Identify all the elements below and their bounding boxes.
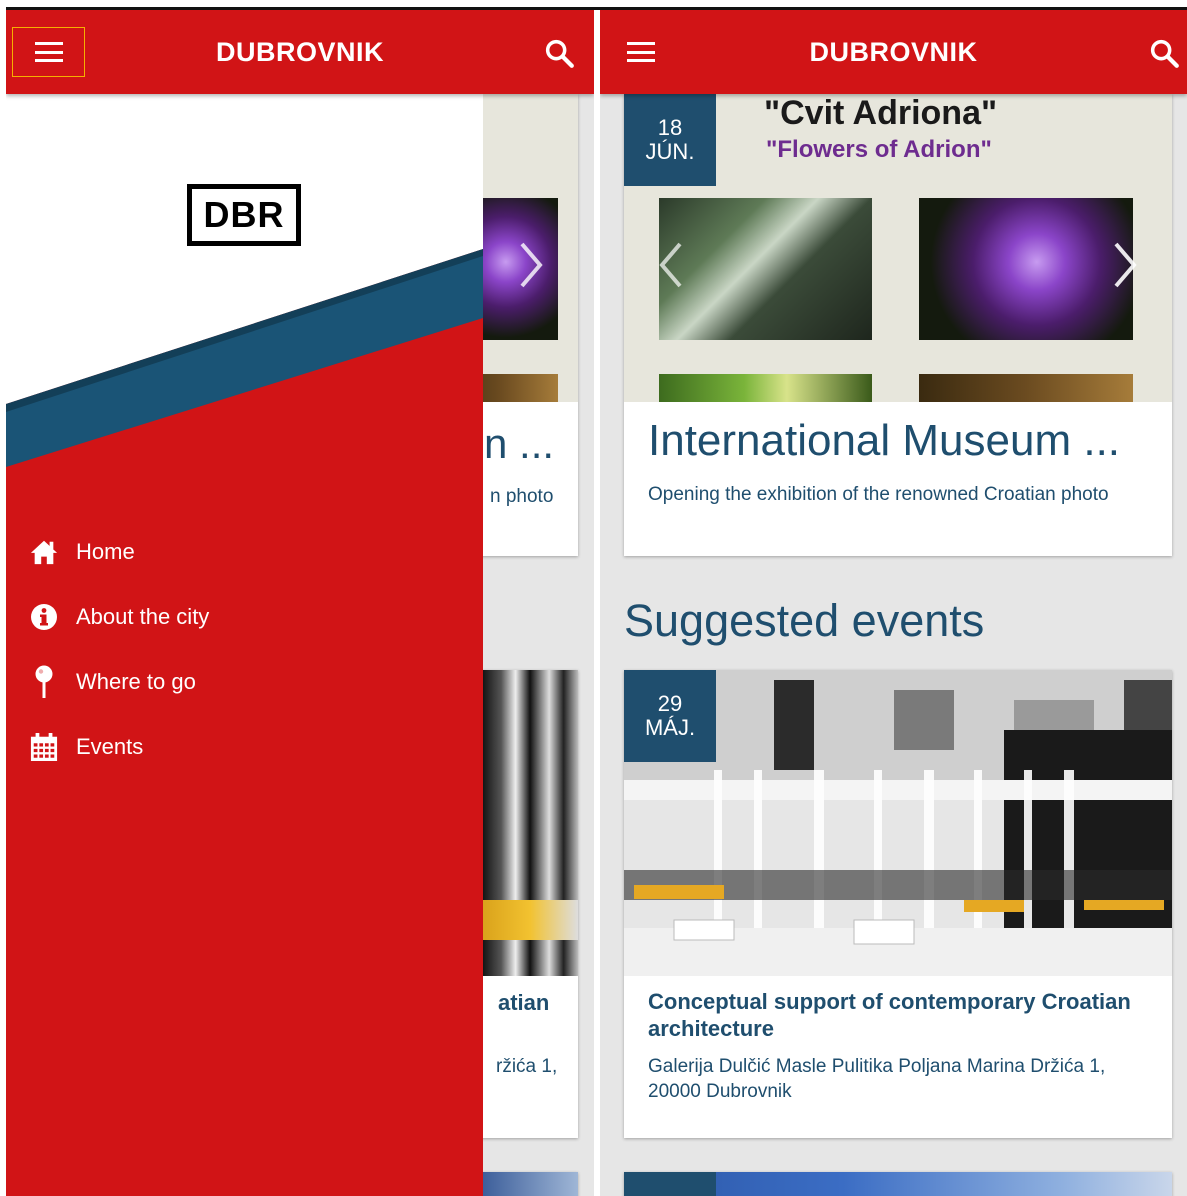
chevron-right-icon[interactable] bbox=[1110, 240, 1140, 290]
date-badge: 29 MÁJ. bbox=[624, 670, 716, 762]
event-card-featured[interactable]: "Cvit Adriona" "Flowers of Adrion" 18 JÚ… bbox=[624, 94, 1172, 556]
drawer-item-home[interactable]: Home bbox=[6, 519, 483, 584]
drawer-item-about[interactable]: About the city bbox=[6, 584, 483, 649]
dbr-logo: DBR bbox=[187, 184, 301, 246]
chevron-right-icon bbox=[520, 242, 543, 288]
drawer-header-graphic bbox=[6, 94, 483, 467]
poster-photo bbox=[659, 374, 872, 402]
info-icon bbox=[30, 603, 58, 631]
map-pin-icon bbox=[30, 665, 58, 698]
event-card-next[interactable] bbox=[624, 1172, 1172, 1196]
hamburger-icon bbox=[34, 42, 63, 62]
search-icon bbox=[545, 39, 574, 68]
poster-title: "Cvit Adriona" bbox=[764, 94, 998, 132]
calendar-icon bbox=[30, 732, 58, 761]
chevron-left-icon[interactable] bbox=[656, 240, 686, 290]
drawer-item-events[interactable]: Events bbox=[6, 714, 483, 779]
drawer-item-label: Home bbox=[76, 538, 135, 564]
drawer-item-where[interactable]: Where to go bbox=[6, 649, 483, 714]
date-day: 29 bbox=[657, 691, 683, 716]
event-title: International Museum ... bbox=[648, 416, 1121, 465]
status-bar-strip bbox=[0, 0, 1187, 10]
poster-subtitle: "Flowers of Adrion" bbox=[766, 136, 992, 163]
event-location: Galerija Dulčić Masle Pulitika Poljana M… bbox=[648, 1056, 1106, 1102]
menu-button[interactable] bbox=[12, 27, 85, 77]
drawer-item-label: Events bbox=[76, 733, 144, 759]
drawer-item-label: Where to go bbox=[76, 668, 196, 694]
poster-photo bbox=[919, 198, 1133, 340]
event-title: Conceptual support of contemporary Croat… bbox=[648, 989, 1131, 1041]
home-icon bbox=[30, 538, 58, 566]
app-bar: DUBROVNIK bbox=[600, 10, 1187, 94]
poster-photo bbox=[919, 374, 1133, 402]
search-icon bbox=[1150, 39, 1179, 68]
date-day: 18 bbox=[657, 115, 683, 140]
event-card-suggested[interactable]: 29 MÁJ. Conceptual support of contempora… bbox=[624, 670, 1172, 1138]
event-description: Opening the exhibition of the renowned C… bbox=[648, 484, 1109, 505]
hamburger-icon bbox=[626, 42, 655, 62]
drawer-item-label: About the city bbox=[76, 603, 210, 629]
app-bar: DUBROVNIK bbox=[6, 10, 594, 94]
event-location: ržića 1, bbox=[496, 1056, 558, 1077]
event-title: atian bbox=[498, 990, 550, 1015]
drawer-nav: Home About the city Where to go Events bbox=[6, 519, 483, 779]
screen-events: DUBROVNIK "Cvit Adriona" "Flowers of Adr… bbox=[600, 10, 1187, 1196]
navigation-drawer: DBR Home About the city Where to go Even… bbox=[6, 94, 483, 1196]
section-heading-suggested: Suggested events bbox=[624, 595, 985, 646]
menu-button[interactable] bbox=[604, 27, 677, 77]
event-title: n ... bbox=[484, 420, 555, 467]
date-month: JÚN. bbox=[645, 139, 695, 164]
date-badge: 18 JÚN. bbox=[624, 94, 716, 186]
search-button[interactable] bbox=[542, 36, 576, 70]
event-description: n photo bbox=[490, 486, 554, 507]
screen-drawer-open: DUBROVNIK n ... n photo atian ržića 1, D… bbox=[6, 10, 594, 1196]
date-month: MÁJ. bbox=[644, 715, 696, 740]
app-title: DUBROVNIK bbox=[215, 36, 384, 67]
app-title: DUBROVNIK bbox=[809, 36, 978, 67]
search-button[interactable] bbox=[1147, 36, 1181, 70]
poster-photo bbox=[659, 198, 872, 340]
